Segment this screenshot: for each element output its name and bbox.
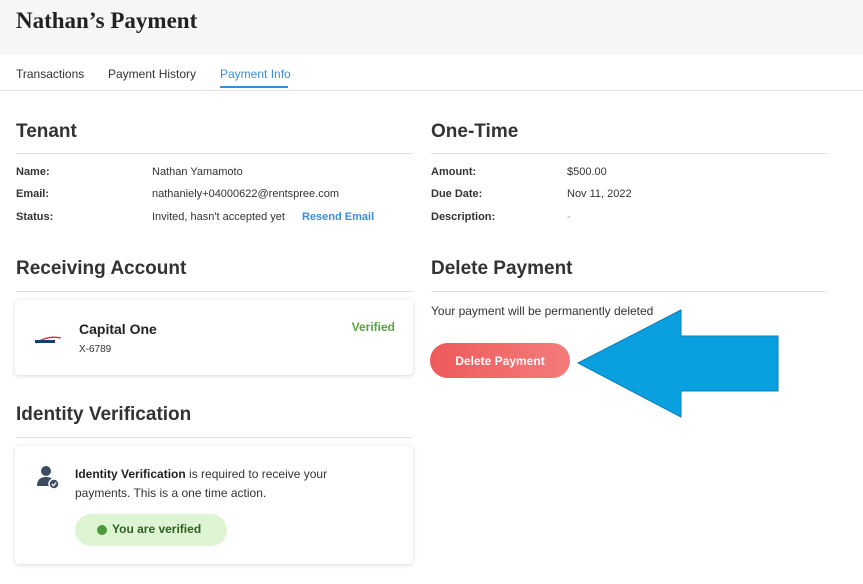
- bank-name: Capital One: [79, 321, 157, 337]
- one-time-title: One-Time: [431, 121, 519, 142]
- verified-badge-label: You are verified: [112, 522, 202, 536]
- tab-payment-history[interactable]: Payment History: [108, 67, 196, 81]
- check-circle-icon: [97, 525, 107, 535]
- active-tab-indicator: [220, 86, 288, 88]
- identity-verification-title: Identity Verification: [16, 404, 192, 425]
- identity-description-bold: Identity Verification: [75, 467, 186, 481]
- status-label: Status:: [16, 211, 54, 223]
- status-value: Invited, hasn't accepted yet: [152, 211, 285, 223]
- tab-payment-info[interactable]: Payment Info: [220, 67, 291, 81]
- identity-description: Identity Verification is required to rec…: [75, 465, 375, 503]
- due-date-value: Nov 11, 2022: [567, 188, 632, 200]
- annotation-arrow-icon: [576, 309, 779, 418]
- receiving-account-title: Receiving Account: [16, 258, 187, 279]
- divider: [431, 291, 827, 292]
- user-verified-icon: [37, 466, 60, 490]
- description-value: -: [567, 211, 571, 223]
- page-header: Nathan’s Payment: [0, 0, 863, 55]
- email-value: nathaniely+04000622@rentspree.com: [152, 188, 339, 200]
- delete-payment-button[interactable]: Delete Payment: [430, 343, 570, 378]
- bank-account-card: Capital One X-6789 Verified: [15, 300, 413, 375]
- verified-badge: You are verified: [75, 514, 227, 546]
- capital-one-logo-icon: [35, 336, 62, 344]
- name-label: Name:: [16, 166, 50, 178]
- email-label: Email:: [16, 188, 50, 200]
- due-date-label: Due Date:: [431, 188, 483, 200]
- account-number: X-6789: [79, 344, 112, 355]
- tab-transactions[interactable]: Transactions: [16, 67, 84, 81]
- amount-label: Amount:: [431, 166, 477, 178]
- description-label: Description:: [431, 211, 496, 223]
- account-verified-status: Verified: [351, 320, 395, 334]
- divider: [431, 153, 827, 154]
- divider: [16, 153, 413, 154]
- resend-email-link[interactable]: Resend Email: [302, 211, 374, 223]
- page-title: Nathan’s Payment: [16, 8, 198, 33]
- tab-bar: Transactions Payment History Payment Inf…: [0, 55, 863, 91]
- name-value: Nathan Yamamoto: [152, 166, 243, 178]
- divider: [16, 437, 413, 438]
- tenant-title: Tenant: [16, 121, 77, 142]
- identity-card: Identity Verification is required to rec…: [15, 446, 413, 564]
- amount-value: $500.00: [567, 166, 607, 178]
- divider: [16, 291, 413, 292]
- delete-payment-title: Delete Payment: [431, 258, 573, 279]
